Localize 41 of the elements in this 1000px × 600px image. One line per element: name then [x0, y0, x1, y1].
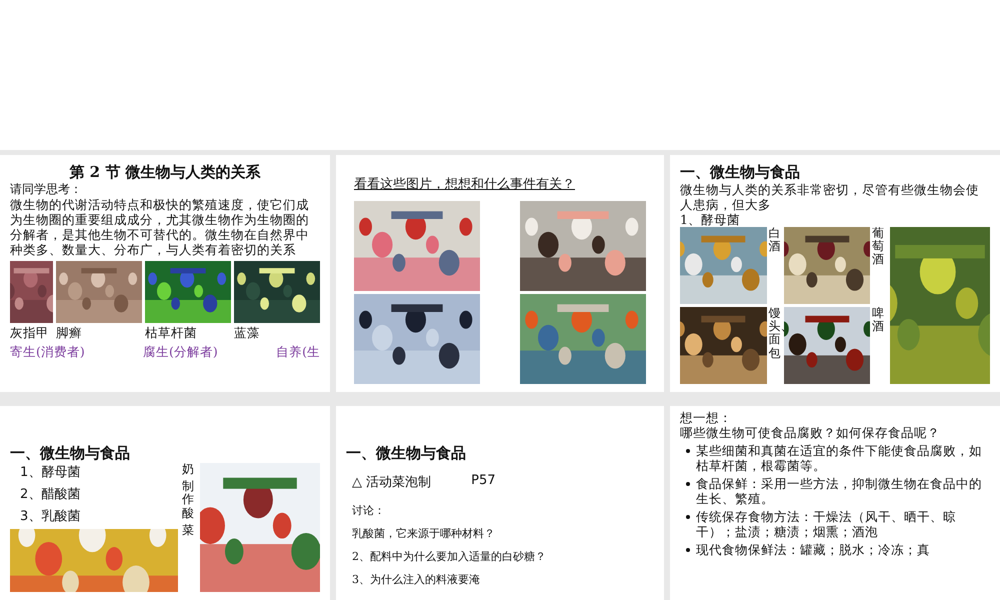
question-text: 3、为什么注入的料液要淹	[352, 572, 481, 587]
slide-title: 想一想：	[680, 410, 733, 425]
body-text: 微生物与人类的关系非常密切，尽管有些微生物会使人患病，但大多	[680, 182, 980, 212]
caption-text: 葡萄酒	[872, 227, 884, 268]
role-label: 寄生(消费者)	[10, 344, 85, 361]
bullet-text: 现代食物保鲜法：罐藏；脱水；冷冻；真	[696, 542, 930, 557]
bullet-icon	[686, 482, 690, 486]
caption-text: 菜	[182, 524, 194, 537]
bullet-icon	[686, 515, 690, 519]
slide-title: 一、微生物与食品	[346, 444, 467, 463]
caption-text: 灰指甲	[10, 325, 50, 342]
caption-text: 脚癣	[56, 325, 83, 342]
list-item: 3、乳酸菌	[20, 508, 82, 525]
caption-text: 啤酒	[872, 307, 884, 336]
list-item: 1、酵母菌	[20, 464, 82, 481]
caption-text: 奶	[182, 463, 194, 476]
slide-title: 一、微生物与食品	[10, 444, 131, 463]
question-text: 乳酸菌，它来源于哪种材料？	[352, 526, 496, 541]
caption-text: 白酒	[768, 227, 780, 256]
subtitle-text: 1、酵母菌	[680, 212, 741, 227]
page-reference: P57	[471, 473, 496, 490]
caption-text: 蓝藻	[234, 325, 261, 342]
question-text: 哪些微生物可使食品腐败？如何保存食品呢？	[680, 425, 941, 440]
bullet-text: 某些细菌和真菌在适宜的条件下能使食品腐败，如枯草杆菌，根霉菌等。	[696, 443, 983, 473]
slide-title: 看看这些图片，想想和什么事件有关？	[354, 176, 576, 193]
bullet-text: 食品保鲜：采用一些方法，抑制微生物在食品中的生长、繁殖。	[696, 476, 983, 506]
body-text: 微生物的代谢活动特点和极快的繁殖速度，使它们成为生物圈的重要组成成分，尤其微生物作为生物圈的分解者，是其他生物不可替代的。微生物在自然界中种类多、数量大、分布广，与人类有着密切的关系	[10, 197, 310, 257]
bullet-icon	[686, 548, 690, 552]
activity-text: △ 活动菜泡制	[352, 474, 432, 491]
list-item: 2、醋酸菌	[20, 486, 82, 503]
bullet-icon	[686, 449, 690, 453]
caption-text: 制作酸	[182, 480, 194, 520]
role-label: 腐生(分解者)	[143, 344, 218, 361]
prompt-text: 请同学思考：	[10, 182, 83, 197]
discussion-label: 讨论：	[352, 503, 386, 518]
bullet-text: 传统保存食物方法：干燥法（风干、晒干、晾干）；盐渍；糖渍；烟熏；酒泡	[696, 509, 957, 539]
slide-title: 一、微生物与食品	[680, 163, 801, 182]
question-text: 2、配料中为什么要加入适量的白砂糖？	[352, 549, 547, 564]
caption-text: 枯草杆菌	[145, 325, 198, 342]
slide-title: 第 2 节 微生物与人类的关系	[68, 163, 262, 182]
role-label: 自养(生	[276, 344, 320, 361]
